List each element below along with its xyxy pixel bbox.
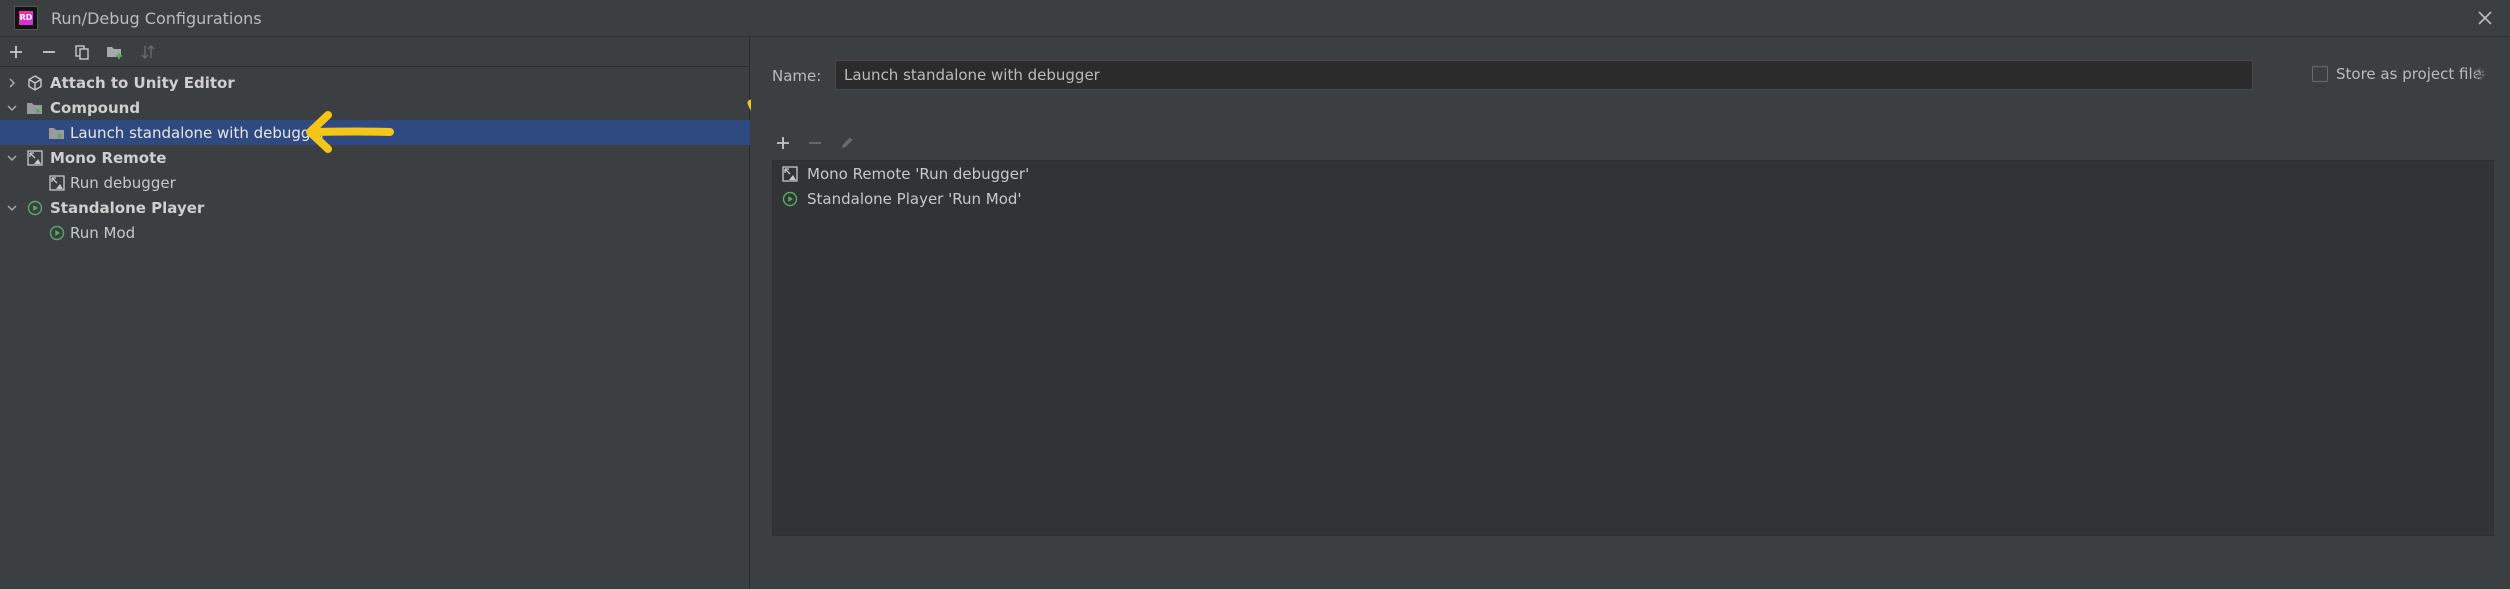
- compound-config-icon: [48, 124, 66, 142]
- chevron-down-icon[interactable]: [5, 151, 19, 165]
- tree-item-label: Standalone Player: [50, 198, 205, 217]
- gear-icon: [2473, 68, 2485, 80]
- tree-item-label: Run debugger: [70, 173, 176, 192]
- pencil-icon: [842, 137, 853, 148]
- minus-icon: [43, 51, 55, 53]
- store-as-project-file-checkbox[interactable]: [2312, 66, 2328, 82]
- mono-remote-icon: [781, 165, 799, 183]
- name-label: Name:: [772, 67, 822, 85]
- mono-remote-icon: [26, 149, 44, 167]
- chevron-down-icon[interactable]: [5, 101, 19, 115]
- name-field[interactable]: [835, 60, 2253, 90]
- add-entry-button[interactable]: [772, 132, 794, 154]
- tree-item-label: Attach to Unity Editor: [50, 73, 235, 92]
- tree-item-run-mod[interactable]: Run Mod: [0, 220, 750, 245]
- tree-item-label: Run Mod: [70, 223, 136, 242]
- window-title: Run/Debug Configurations: [51, 9, 262, 28]
- list-item[interactable]: Mono Remote 'Run debugger': [773, 162, 2493, 186]
- configuration-editor: Name: Store as project file: [751, 37, 2510, 589]
- list-item-label: Mono Remote 'Run debugger': [807, 165, 1030, 183]
- configurations-toolbar: [0, 37, 750, 67]
- close-icon: [2478, 11, 2492, 25]
- compound-folder-icon: [26, 99, 44, 117]
- play-circle-icon: [781, 190, 799, 208]
- plus-icon: [10, 46, 22, 58]
- list-item-label: Standalone Player 'Run Mod': [807, 190, 1022, 208]
- rider-logo-icon: RD: [14, 6, 38, 30]
- settings-button[interactable]: [2469, 64, 2489, 84]
- mono-remote-icon: [48, 174, 66, 192]
- play-circle-icon: [26, 199, 44, 217]
- minus-icon: [809, 142, 821, 144]
- rider-logo-text: RD: [19, 11, 33, 25]
- copy-configuration-button[interactable]: [71, 41, 93, 63]
- copy-icon: [75, 45, 89, 60]
- sort-icon: [141, 45, 155, 59]
- new-folder-button[interactable]: [104, 41, 126, 63]
- tree-item-label: Compound: [50, 98, 141, 117]
- unity-icon: [26, 74, 44, 92]
- plus-icon: [777, 137, 789, 149]
- tree-item-label: Mono Remote: [50, 148, 167, 167]
- play-circle-icon: [48, 224, 66, 242]
- tree-item-label: Launch standalone with debugger: [70, 123, 326, 142]
- chevron-down-icon[interactable]: [5, 201, 19, 215]
- chevron-right-icon[interactable]: [5, 76, 19, 90]
- remove-entry-button[interactable]: [804, 132, 826, 154]
- folder-add-icon: [107, 47, 122, 59]
- edit-entry-button[interactable]: [836, 132, 858, 154]
- tree-item-run-debugger[interactable]: Run debugger: [0, 170, 750, 195]
- title-bar: RD Run/Debug Configurations: [0, 0, 2510, 37]
- add-configuration-button[interactable]: [5, 41, 27, 63]
- sort-button[interactable]: [137, 41, 159, 63]
- compound-configurations-list: Mono Remote 'Run debugger' Standalone Pl…: [772, 160, 2494, 536]
- configurations-pane: Attach to Unity Editor Compound Launch s…: [0, 37, 750, 589]
- tree-item-attach-to-unity-editor[interactable]: Attach to Unity Editor: [0, 70, 750, 95]
- annotation-arrow-left: [306, 111, 394, 153]
- tree-item-standalone-player[interactable]: Standalone Player: [0, 195, 750, 220]
- close-button[interactable]: [2472, 5, 2498, 31]
- store-as-project-file-label: Store as project file: [2336, 65, 2482, 83]
- remove-configuration-button[interactable]: [38, 41, 60, 63]
- list-item[interactable]: Standalone Player 'Run Mod': [773, 187, 2493, 211]
